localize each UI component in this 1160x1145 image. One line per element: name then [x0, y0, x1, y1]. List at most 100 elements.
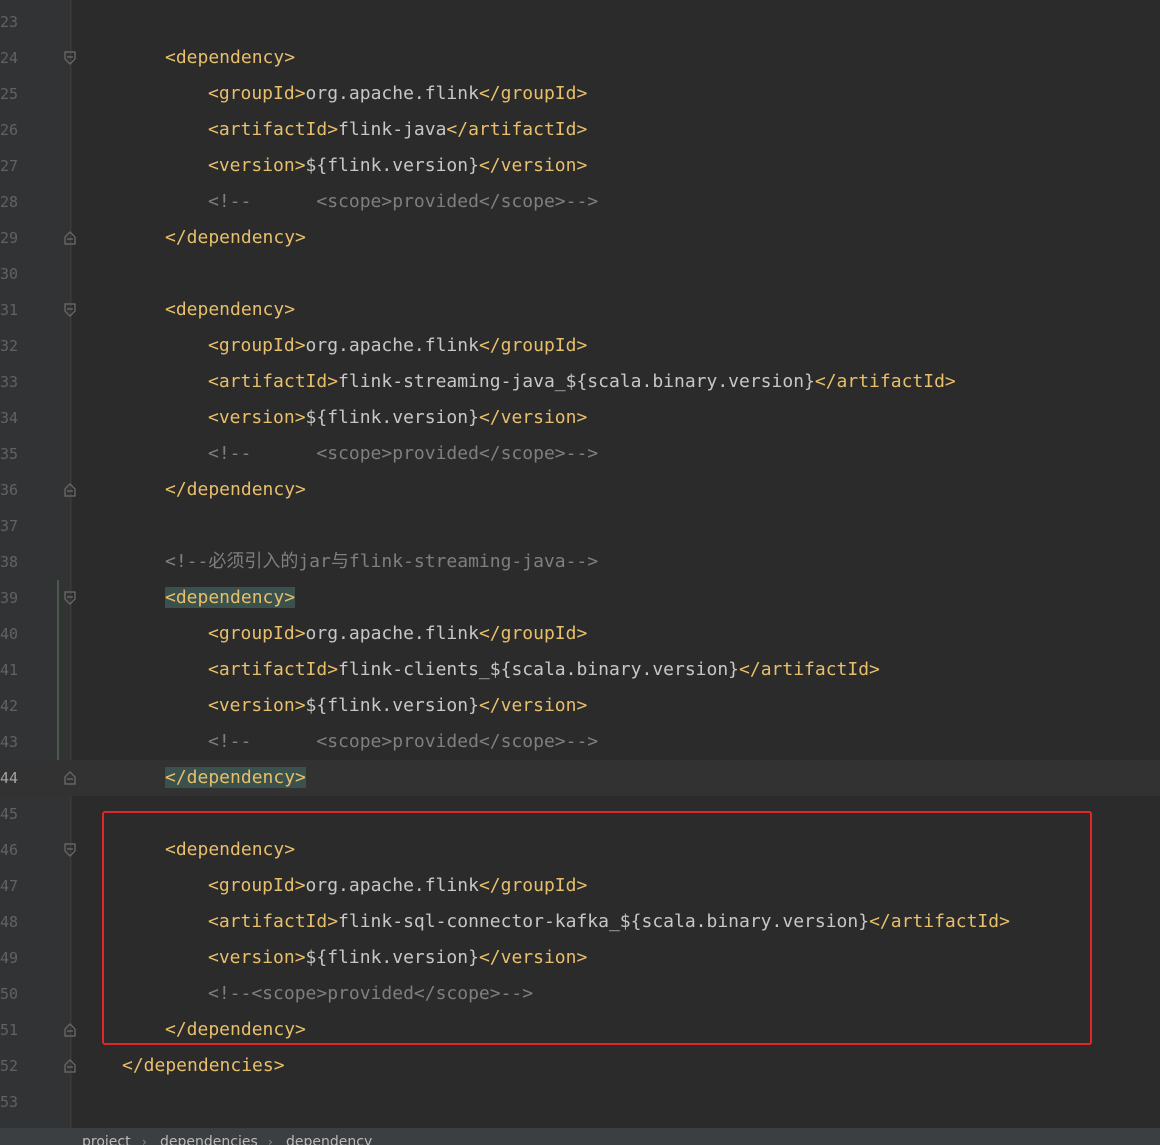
- xml-tag: </version>: [478, 695, 588, 716]
- code-line[interactable]: 28 <!-- <scope>provided</scope>-->: [0, 184, 1160, 220]
- xml-comment: <!-- <scope>provided</scope>-->: [208, 191, 599, 212]
- xml-tag: </artifactId>: [739, 659, 880, 680]
- line-number: 41: [0, 661, 19, 679]
- line-number: 24: [0, 49, 19, 67]
- line-number: 46: [0, 841, 19, 859]
- xml-comment: <!-- <scope>provided</scope>-->: [208, 731, 599, 752]
- code-text[interactable]: <groupId>org.apache.flink</groupId>: [208, 616, 587, 652]
- code-text[interactable]: </dependency>: [165, 220, 306, 256]
- code-text[interactable]: <version>${flink.version}</version>: [208, 148, 587, 184]
- xml-tag: <version>: [208, 407, 306, 428]
- fold-open-icon[interactable]: [64, 843, 76, 857]
- code-line[interactable]: 32 <groupId>org.apache.flink</groupId>: [0, 328, 1160, 364]
- code-text[interactable]: <dependency>: [165, 292, 295, 328]
- line-number: 45: [0, 805, 19, 823]
- code-line[interactable]: 34 <version>${flink.version}</version>: [0, 400, 1160, 436]
- code-line[interactable]: 52 </dependencies>: [0, 1048, 1160, 1084]
- xml-value: ${flink.version}: [305, 155, 479, 176]
- code-text[interactable]: <!-- <scope>provided</scope>-->: [208, 724, 598, 760]
- line-number: 40: [0, 625, 19, 643]
- code-text[interactable]: <version>${flink.version}</version>: [208, 688, 587, 724]
- code-text[interactable]: </dependency>: [165, 760, 306, 796]
- breadcrumb: project › dependencies › dependency: [0, 1128, 1160, 1145]
- code-line[interactable]: 42 <version>${flink.version}</version>: [0, 688, 1160, 724]
- code-line[interactable]: 31 <dependency>: [0, 292, 1160, 328]
- fold-close-icon[interactable]: [64, 231, 76, 245]
- breadcrumb-item-dependency[interactable]: dependency: [286, 1132, 372, 1145]
- code-text[interactable]: <dependency>: [165, 580, 296, 616]
- line-number: 33: [0, 373, 19, 391]
- xml-tag: </groupId>: [478, 335, 588, 356]
- code-line[interactable]: 37: [0, 508, 1160, 544]
- line-number: 28: [0, 193, 19, 211]
- xml-value: org.apache.flink: [305, 335, 479, 356]
- line-number: 26: [0, 121, 19, 139]
- code-text[interactable]: <groupId>org.apache.flink</groupId>: [208, 328, 587, 364]
- code-line[interactable]: 39 <dependency>: [0, 580, 1160, 616]
- breadcrumb-item-dependencies[interactable]: dependencies: [160, 1132, 258, 1145]
- code-line[interactable]: 29 </dependency>: [0, 220, 1160, 256]
- xml-tag: </artifactId>: [446, 119, 588, 140]
- code-line[interactable]: 25 <groupId>org.apache.flink</groupId>: [0, 76, 1160, 112]
- xml-tag: </dependency>: [165, 479, 306, 500]
- line-number: 49: [0, 949, 19, 967]
- line-number: 30: [0, 265, 19, 283]
- line-number: 37: [0, 517, 19, 535]
- breadcrumb-item-project[interactable]: project: [82, 1132, 131, 1145]
- xml-value: ${flink.version}: [305, 407, 479, 428]
- line-number: 38: [0, 553, 19, 571]
- xml-value: ${flink.version}: [305, 695, 479, 716]
- code-line[interactable]: 41 <artifactId>flink-clients_${scala.bina…: [0, 652, 1160, 688]
- code-line[interactable]: 33 <artifactId>flink-streaming-java_${sca…: [0, 364, 1160, 400]
- xml-tag: </dependency>: [165, 767, 306, 788]
- code-line[interactable]: 26 <artifactId>flink-java</artifactId>: [0, 112, 1160, 148]
- xml-value: flink-java: [338, 119, 447, 140]
- code-line[interactable]: 27 <version>${flink.version}</version>: [0, 148, 1160, 184]
- fold-close-icon[interactable]: [64, 1023, 76, 1037]
- code-line[interactable]: 24 <dependency>: [0, 40, 1160, 76]
- line-number: 47: [0, 877, 19, 895]
- xml-comment: <!-- <scope>provided</scope>-->: [208, 443, 599, 464]
- code-text[interactable]: </dependencies>: [122, 1048, 285, 1084]
- line-number: 27: [0, 157, 19, 175]
- code-line[interactable]: 44 </dependency>: [0, 760, 1160, 796]
- code-text[interactable]: <!--必须引入的jar与flink-streaming-java-->: [165, 544, 598, 580]
- line-number: 53: [0, 1093, 19, 1111]
- line-number: 31: [0, 301, 19, 319]
- line-number: 50: [0, 985, 19, 1003]
- xml-tag: <artifactId>: [208, 371, 339, 392]
- code-line[interactable]: 43 <!-- <scope>provided</scope>-->: [0, 724, 1160, 760]
- code-text[interactable]: <version>${flink.version}</version>: [208, 400, 587, 436]
- code-text[interactable]: <!-- <scope>provided</scope>-->: [208, 184, 598, 220]
- code-text[interactable]: <!-- <scope>provided</scope>-->: [208, 436, 598, 472]
- fold-close-icon[interactable]: [64, 771, 76, 785]
- xml-value: flink-streaming-java_${scala.binary.vers…: [338, 371, 815, 392]
- code-text[interactable]: <groupId>org.apache.flink</groupId>: [208, 76, 587, 112]
- annotation-highlight-box: [102, 811, 1092, 1045]
- code-editor[interactable]: 23 24 <dependency> 25 <groupId>org.apache.fl…: [0, 0, 1160, 1145]
- fold-close-icon[interactable]: [64, 483, 76, 497]
- fold-open-icon[interactable]: [64, 303, 76, 317]
- xml-value: org.apache.flink: [305, 623, 479, 644]
- code-line[interactable]: 53: [0, 1084, 1160, 1120]
- fold-open-icon[interactable]: [64, 591, 76, 605]
- code-text[interactable]: </dependency>: [165, 472, 306, 508]
- line-number: 39: [0, 589, 19, 607]
- code-text[interactable]: <artifactId>flink-streaming-java_${scala…: [208, 364, 956, 400]
- code-line[interactable]: 38 <!--必须引入的jar与flink-streaming-java-->: [0, 544, 1160, 580]
- code-line[interactable]: 40 <groupId>org.apache.flink</groupId>: [0, 616, 1160, 652]
- code-text[interactable]: <dependency>: [165, 40, 295, 76]
- line-number: 44: [0, 769, 19, 787]
- line-number: 43: [0, 733, 19, 751]
- code-line[interactable]: 23: [0, 4, 1160, 40]
- code-line[interactable]: 36 </dependency>: [0, 472, 1160, 508]
- line-number: 42: [0, 697, 19, 715]
- code-line[interactable]: 35 <!-- <scope>provided</scope>-->: [0, 436, 1160, 472]
- xml-tag: <version>: [208, 695, 306, 716]
- code-line[interactable]: 30: [0, 256, 1160, 292]
- code-text[interactable]: <artifactId>flink-clients_${scala.binary…: [208, 652, 880, 688]
- code-text[interactable]: <artifactId>flink-java</artifactId>: [208, 112, 587, 148]
- fold-open-icon[interactable]: [64, 51, 76, 65]
- fold-close-icon[interactable]: [64, 1059, 76, 1073]
- xml-tag: <artifactId>: [208, 119, 339, 140]
